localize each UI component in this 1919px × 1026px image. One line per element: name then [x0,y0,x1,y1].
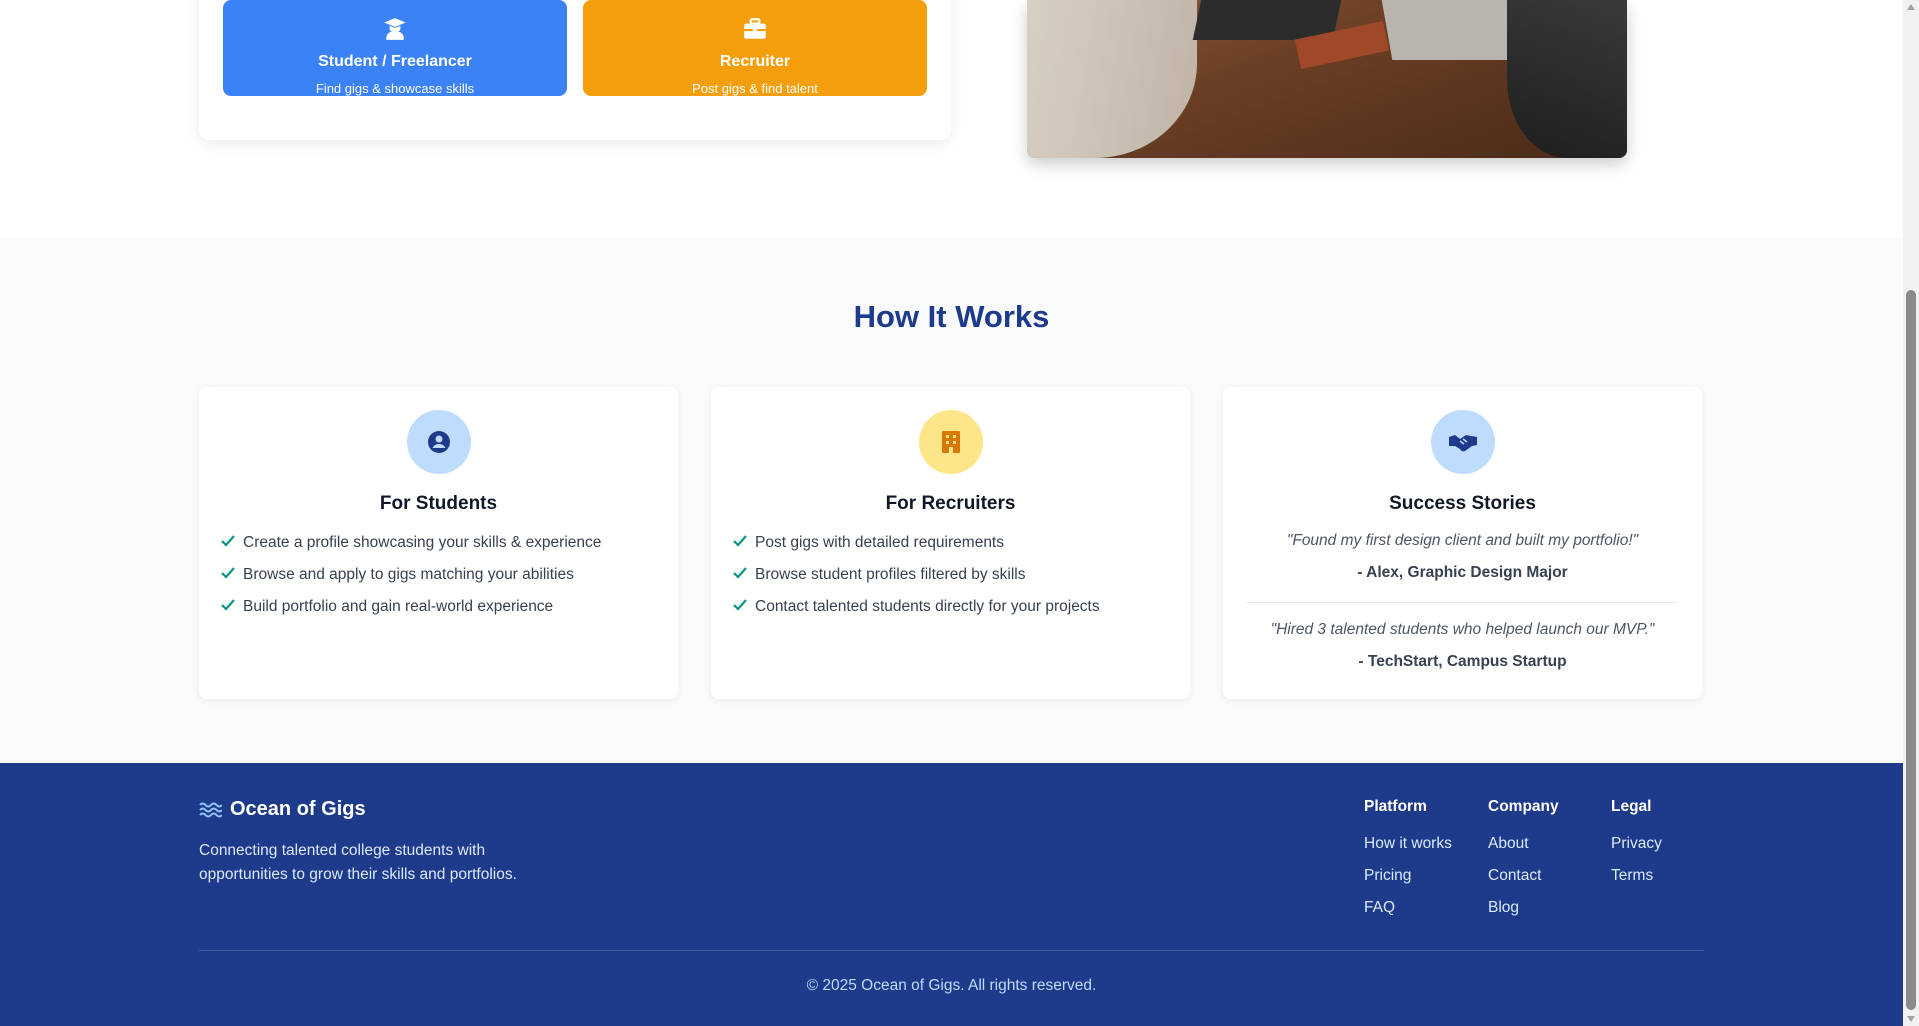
briefcase-icon [744,18,766,39]
brand-name: Ocean of Gigs [230,798,366,820]
recruiters-card-title: For Recruiters [885,493,1016,514]
section-title: How It Works [853,299,1050,334]
user-circle-icon [427,431,450,453]
footer-divider [199,950,1704,951]
footer: Ocean of Gigs Connecting talented colleg… [0,763,1903,1026]
stories-icon-circle [1430,410,1495,474]
recruiter-role-button[interactable]: Recruiter Post gigs & find talent [583,0,927,96]
footer-column-company: Company About Contact Blog [1488,798,1559,928]
footer-link-contact[interactable]: Contact [1488,864,1559,896]
list-item-text: Create a profile showcasing your skills … [243,534,602,551]
footer-column-legal: Legal Privacy Terms [1611,798,1662,896]
check-icon [221,598,243,616]
students-list: Create a profile showcasing your skills … [221,527,601,623]
scroll-down-arrow-icon[interactable] [1907,1016,1915,1022]
footer-link-about[interactable]: About [1488,832,1559,864]
list-item: Contact talented students directly for y… [733,591,1100,623]
recruiter-role-title: Recruiter [719,53,791,70]
check-icon [733,566,755,584]
recruiters-list: Post gigs with detailed requirements Bro… [733,527,1100,623]
footer-column-heading: Company [1488,798,1559,815]
stories-card-title: Success Stories [1389,493,1536,514]
list-item-text: Browse and apply to gigs matching your a… [243,566,574,583]
testimonial-author: - Alex, Graphic Design Major [1357,564,1568,581]
footer-column-heading: Platform [1364,798,1427,815]
recruiters-card: For Recruiters Post gigs with detailed r… [711,387,1190,699]
testimonial-quote: "Hired 3 talented students who helped la… [1270,621,1655,638]
how-it-works-section: How It Works For Students Create a profi… [0,237,1903,763]
footer-link-pricing[interactable]: Pricing [1364,864,1452,896]
scroll-up-arrow-icon[interactable] [1907,4,1915,10]
check-icon [733,598,755,616]
list-item: Browse and apply to gigs matching your a… [221,559,601,591]
student-role-subtitle: Find gigs & showcase skills [315,81,475,96]
recruiter-role-subtitle: Post gigs & find talent [692,81,818,96]
recruiters-icon-circle [918,410,983,474]
check-icon [221,566,243,584]
testimonial-quote: "Found my first design client and built … [1286,532,1639,549]
footer-link-privacy[interactable]: Privacy [1611,832,1662,864]
footer-link-terms[interactable]: Terms [1611,864,1662,896]
footer-brand[interactable]: Ocean of Gigs [199,798,366,821]
footer-link-blog[interactable]: Blog [1488,896,1559,928]
list-item-text: Post gigs with detailed requirements [755,534,1004,551]
students-card: For Students Create a profile showcasing… [199,387,678,699]
student-role-button[interactable]: Student / Freelancer Find gigs & showcas… [223,0,567,96]
hero-image [1027,0,1627,158]
hero-section: Student / Freelancer Find gigs & showcas… [0,0,1903,237]
building-icon [941,431,960,453]
handshake-icon [1448,435,1477,452]
waves-icon [199,802,222,817]
footer-tagline: Connecting talented college students wit… [199,842,517,883]
student-role-title: Student / Freelancer [318,53,472,70]
list-item-text: Browse student profiles filtered by skil… [755,566,1026,583]
footer-link-faq[interactable]: FAQ [1364,896,1452,928]
list-item-text: Contact talented students directly for y… [755,598,1100,615]
graduate-icon [384,18,406,40]
vertical-scrollbar[interactable] [1903,0,1919,1026]
testimonial-divider [1247,602,1678,603]
list-item-text: Build portfolio and gain real-world expe… [243,598,554,615]
footer-column-platform: Platform How it works Pricing FAQ [1364,798,1452,928]
footer-link-how-it-works[interactable]: How it works [1364,832,1452,864]
success-stories-card: Success Stories "Found my first design c… [1223,387,1702,699]
check-icon [221,534,243,552]
students-icon-circle [406,410,471,474]
footer-column-heading: Legal [1611,798,1652,815]
testimonial-author: - TechStart, Campus Startup [1358,653,1567,670]
list-item: Create a profile showcasing your skills … [221,527,601,559]
page: Student / Freelancer Find gigs & showcas… [0,0,1903,1026]
list-item: Post gigs with detailed requirements [733,527,1100,559]
role-select-card: Student / Freelancer Find gigs & showcas… [199,0,951,140]
list-item: Browse student profiles filtered by skil… [733,559,1100,591]
scrollbar-thumb[interactable] [1906,290,1916,1010]
copyright-text: © 2025 Ocean of Gigs. All rights reserve… [806,977,1097,994]
students-card-title: For Students [379,493,498,514]
check-icon [733,534,755,552]
list-item: Build portfolio and gain real-world expe… [221,591,601,623]
